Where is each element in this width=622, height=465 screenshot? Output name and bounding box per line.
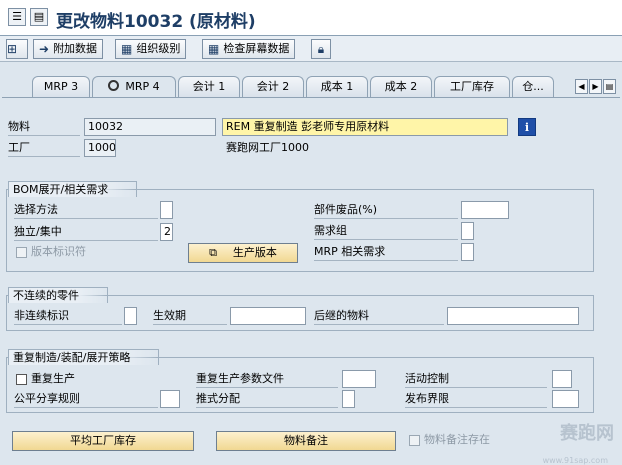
deployment-horizon-label: 发布界限 bbox=[405, 390, 547, 408]
discontinued-group-title: 不连续的零件 bbox=[8, 287, 108, 303]
material-memo-exists-label: 物料备注存在 bbox=[424, 433, 490, 446]
push-distribution-label: 推式分配 bbox=[196, 390, 338, 408]
follow-up-material-label: 后继的物料 bbox=[314, 307, 444, 325]
action-control-field[interactable] bbox=[552, 370, 572, 388]
selection-method-field[interactable] bbox=[160, 201, 173, 219]
rem-group-title: 重复制造/装配/展开策略 bbox=[8, 349, 160, 365]
material-description-field[interactable]: REM 重复制造 彭老师专用原材料 bbox=[222, 118, 508, 136]
version-indicator-label: 版本标识符 bbox=[31, 245, 86, 258]
window-title: 更改物料10032 (原材料) bbox=[56, 12, 256, 32]
tab-accounting1[interactable]: 会计 1 bbox=[178, 76, 240, 98]
tab-mrp4-label: MRP 4 bbox=[125, 80, 160, 93]
version-indicator-checkbox[interactable] bbox=[16, 247, 27, 258]
mrp-dependent-req-label: MRP 相关需求 bbox=[314, 243, 458, 261]
fair-share-rule-field[interactable] bbox=[160, 390, 180, 408]
document-icon[interactable]: ▤ bbox=[30, 8, 48, 26]
production-version-label: 生产版本 bbox=[232, 246, 277, 259]
repetitive-mfg-label: 重复生产 bbox=[31, 372, 75, 385]
discontinuation-ind-label: 非连续标识 bbox=[14, 307, 122, 325]
rem-profile-label: 重复生产参数文件 bbox=[196, 370, 338, 388]
check-screen-icon: ▦ bbox=[208, 42, 220, 56]
plant-label: 工厂 bbox=[8, 139, 80, 157]
arrow-right-icon: ➜ bbox=[39, 42, 50, 56]
component-scrap-label: 部件废品(%) bbox=[314, 201, 458, 219]
discontinuation-ind-field[interactable] bbox=[124, 307, 137, 325]
display-change-icon: ⊞ bbox=[7, 42, 18, 56]
production-version-icon: ⧉ bbox=[209, 246, 217, 259]
org-levels-button[interactable]: ▦ 组织级别 bbox=[115, 39, 187, 59]
org-levels-label: 组织级别 bbox=[136, 42, 181, 55]
follow-up-material-field[interactable] bbox=[447, 307, 579, 325]
material-memo-button[interactable]: 物料备注 bbox=[216, 431, 396, 451]
tab-costing2[interactable]: 成本 2 bbox=[370, 76, 432, 98]
push-distribution-field[interactable] bbox=[342, 390, 355, 408]
requirements-group-field[interactable] bbox=[461, 222, 474, 240]
rem-profile-field[interactable] bbox=[342, 370, 376, 388]
mrp-dependent-req-field[interactable] bbox=[461, 243, 474, 261]
tab-accounting2[interactable]: 会计 2 bbox=[242, 76, 304, 98]
tab-strip: MRP 3 MRP 4 会计 1 会计 2 成本 1 成本 2 工厂库存 仓..… bbox=[0, 76, 622, 99]
tab-first-icon[interactable]: ◀ bbox=[575, 79, 588, 94]
tab-list-icon[interactable]: ▤ bbox=[603, 79, 616, 94]
tab-mrp3[interactable]: MRP 3 bbox=[32, 76, 90, 98]
tab-plant-stock[interactable]: 工厂库存 bbox=[434, 76, 510, 98]
tab-storage[interactable]: 仓... bbox=[512, 76, 554, 98]
display-change-button[interactable]: ⊞ bbox=[6, 39, 28, 59]
additional-data-label: 附加数据 bbox=[53, 42, 98, 55]
selection-method-label: 选择方法 bbox=[14, 201, 158, 219]
tab-prev-icon[interactable]: ▶ bbox=[589, 79, 602, 94]
additional-data-button[interactable]: ➜ 附加数据 bbox=[33, 39, 104, 59]
active-tab-icon bbox=[108, 80, 120, 91]
action-control-label: 活动控制 bbox=[405, 370, 547, 388]
material-field: 10032 bbox=[84, 118, 216, 136]
watermark-url: www.91sap.com bbox=[542, 456, 608, 465]
plant-field: 1000 bbox=[84, 139, 116, 157]
bom-group-title: BOM展开/相关需求 bbox=[8, 181, 138, 197]
lock-button[interactable]: 🔒︎ bbox=[311, 39, 331, 59]
lock-icon: 🔒︎ bbox=[317, 42, 325, 56]
production-version-button[interactable]: ⧉ 生产版本 bbox=[188, 243, 298, 263]
component-scrap-field[interactable] bbox=[461, 201, 509, 219]
hierarchy-icon: ▦ bbox=[121, 42, 133, 56]
tab-costing1[interactable]: 成本 1 bbox=[306, 76, 368, 98]
material-memo-exists-checkbox[interactable] bbox=[409, 435, 420, 446]
info-icon[interactable]: i bbox=[518, 118, 536, 136]
plant-description: 赛跑网工厂1000 bbox=[226, 141, 309, 154]
deployment-horizon-field[interactable] bbox=[552, 390, 579, 408]
title-bar: ☰ ▤ 更改物料10032 (原材料) bbox=[0, 0, 622, 36]
effective-out-label: 生效期 bbox=[153, 307, 227, 325]
repetitive-mfg-checkbox[interactable] bbox=[16, 374, 27, 385]
effective-out-field[interactable] bbox=[230, 307, 306, 325]
requirements-group-label: 需求组 bbox=[314, 222, 458, 240]
application-toolbar: ⊞ ➜ 附加数据 ▦ 组织级别 ▦ 检查屏幕数据 🔒︎ bbox=[0, 36, 622, 62]
check-screen-data-button[interactable]: ▦ 检查屏幕数据 bbox=[202, 39, 296, 59]
fair-share-rule-label: 公平分享规则 bbox=[14, 390, 158, 408]
individual-collective-field[interactable]: 2 bbox=[160, 223, 173, 241]
check-screen-data-label: 检查屏幕数据 bbox=[223, 42, 290, 55]
tab-mrp4[interactable]: MRP 4 bbox=[92, 76, 176, 99]
menu-icon[interactable]: ☰ bbox=[8, 8, 26, 26]
watermark-logo: 赛跑网 bbox=[560, 423, 614, 444]
avg-plant-stock-button[interactable]: 平均工厂库存 bbox=[12, 431, 194, 451]
material-label: 物料 bbox=[8, 118, 80, 136]
individual-collective-label: 独立/集中 bbox=[14, 223, 158, 241]
